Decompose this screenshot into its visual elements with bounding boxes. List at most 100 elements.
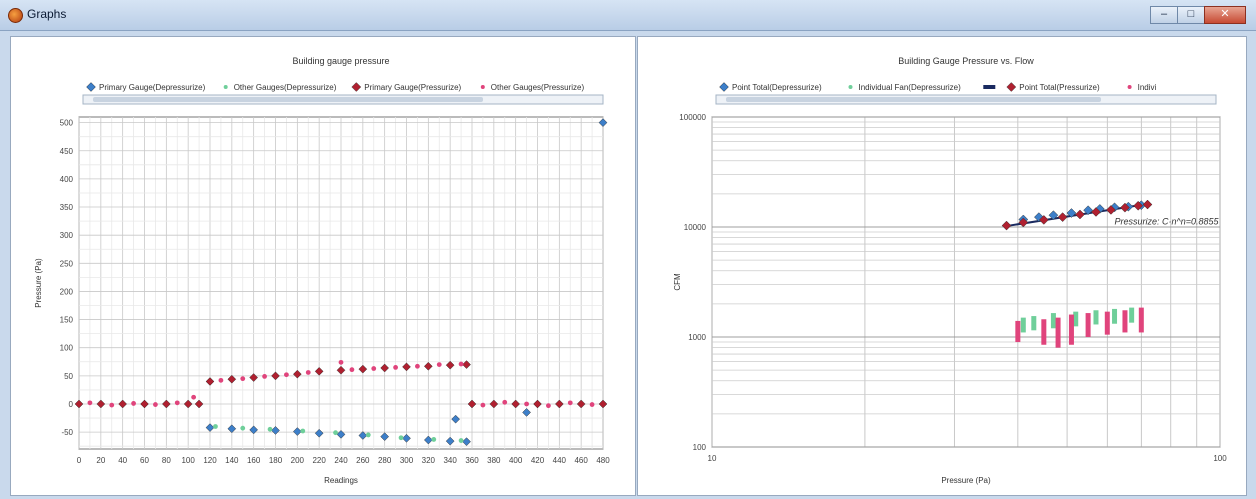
data-point [213,424,218,429]
data-point [458,361,464,367]
x-tick-label: 180 [269,456,283,465]
pressure-flow-chart-panel: Building Gauge Pressure vs. Flow Point To… [637,36,1247,496]
legend-marker [223,85,228,89]
y-tick-label: 300 [60,231,74,240]
pressure-flow-chart: Building Gauge Pressure vs. Flow Point To… [673,56,1227,485]
fit-annotation: Pressurize: C·n^n=0.8855 [1115,217,1220,227]
x-axis-label: Pressure (Pa) [941,476,991,485]
data-point [371,366,377,371]
x-tick-label: 460 [574,456,588,465]
data-point [240,376,246,382]
legend-label: Other Gauges(Depressurize) [234,83,337,92]
legend-scroll-thumb[interactable] [726,97,1101,102]
x-tick-label: 420 [531,456,545,465]
window-controls: – □ ✕ [1150,6,1246,24]
window-titlebar: Graphs – □ ✕ [0,0,1256,31]
minimize-button[interactable]: – [1150,6,1178,24]
y-tick-label: 1000 [688,333,706,342]
data-point [284,372,289,378]
y-tick-label: 350 [60,203,74,212]
legend-marker [719,82,729,92]
data-bar [1031,316,1037,331]
x-tick-label: 340 [443,456,457,465]
legend-scroll-thumb[interactable] [93,97,483,102]
data-point [333,430,338,436]
legend-marker [1006,82,1017,92]
x-tick-label: 240 [334,456,348,465]
legend-label: Point Total(Depressurize) [732,83,822,92]
legend-label: Individual Fan(Depressurize) [859,83,962,92]
data-point [365,432,371,438]
x-tick-label: 80 [162,456,171,465]
plot-area [711,116,1221,448]
x-tick-label: 10 [708,454,717,463]
x-tick-label: 140 [225,456,239,465]
data-bar [1055,317,1061,348]
pressure-chart: Building gauge pressure Primary Gauge(Dep… [34,56,610,485]
legend-label: Point Total(Pressurize) [1019,83,1100,92]
legend-marker [983,85,996,89]
x-tick-label: 400 [509,456,523,465]
data-point [589,402,595,407]
x-axis-label: Readings [324,476,358,485]
data-point [300,428,306,434]
chart-title: Building Gauge Pressure vs. Flow [898,56,1034,66]
y-tick-label: 200 [60,287,74,296]
legend-label: Primary Gauge(Depressurize) [99,83,206,92]
data-point [349,367,355,373]
data-point [524,401,529,407]
x-tick-label: 100 [1213,454,1227,463]
data-bar [1020,317,1026,333]
data-bar [1104,311,1110,335]
data-point [567,400,573,406]
data-bar [1041,319,1047,345]
data-point [218,377,224,383]
y-tick-label: 500 [60,119,74,128]
x-tick-label: 260 [356,456,370,465]
data-point [87,400,93,406]
data-point [415,363,420,369]
legend-label: Indivi [1138,83,1157,92]
y-tick-label: 100000 [679,113,706,122]
legend-label: Other Gauges(Pressurize) [491,83,585,92]
x-tick-label: 120 [203,456,217,465]
y-tick-label: 100 [693,443,707,452]
maximize-button[interactable]: □ [1177,6,1205,24]
window-title: Graphs [27,7,67,21]
x-tick-label: 100 [181,456,195,465]
y-tick-label: 0 [69,400,74,409]
data-point [398,435,404,441]
data-point [305,370,311,375]
close-button[interactable]: ✕ [1204,6,1246,24]
data-bar [1129,307,1135,323]
y-tick-label: 150 [60,316,74,325]
app-icon [8,8,23,23]
x-tick-label: 20 [96,456,105,465]
data-bar [1050,313,1056,329]
legend-label: Primary Gauge(Pressurize) [364,83,461,92]
legend-marker [351,82,362,92]
chart-title: Building gauge pressure [292,56,389,66]
data-point [240,425,246,431]
x-tick-label: 200 [291,456,305,465]
data-point [191,394,197,400]
data-point [546,403,551,409]
y-tick-label: 50 [64,372,73,381]
data-bar [1068,314,1074,345]
data-bar [1085,313,1091,337]
x-tick-label: 480 [596,456,610,465]
data-bar [1073,311,1079,327]
data-point [153,402,158,407]
legend-marker [1127,85,1132,89]
y-tick-label: 450 [60,147,74,156]
y-tick-label: 100 [60,344,74,353]
y-tick-label: -50 [61,428,73,437]
x-tick-label: 220 [312,456,326,465]
data-point [174,400,180,406]
y-tick-label: 400 [60,175,74,184]
data-bar [1093,310,1099,325]
data-point [262,374,267,379]
x-tick-label: 300 [400,456,414,465]
y-axis-label: Pressure (Pa) [34,258,43,308]
y-tick-label: 250 [60,259,74,268]
